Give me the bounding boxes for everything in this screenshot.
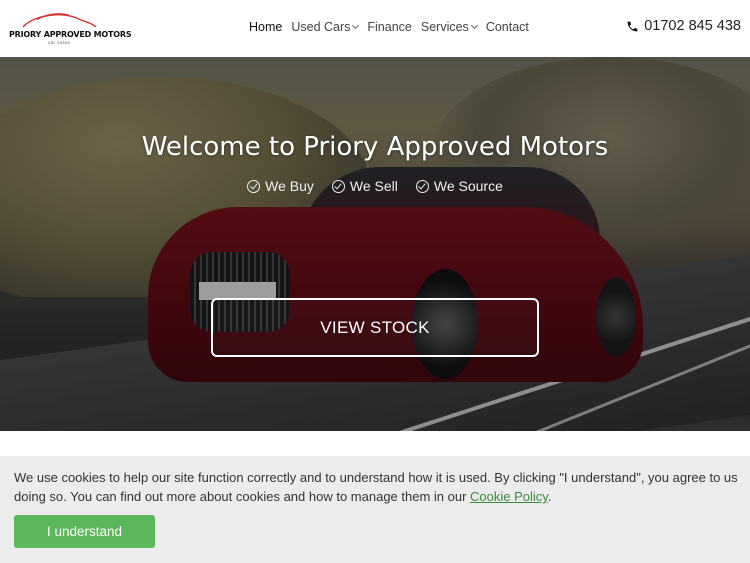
hero-section: Welcome to Priory Approved Motors We Buy… — [0, 57, 750, 431]
nav-item-label: Finance — [367, 20, 412, 34]
hero-title: Welcome to Priory Approved Motors — [141, 132, 609, 162]
feature-label: We Sell — [349, 178, 398, 194]
phone-number: 01702 845 438 — [644, 18, 741, 34]
nav-item-home[interactable]: Home — [249, 20, 282, 34]
feature-label: We Source — [433, 178, 503, 194]
nav-item-used-cars[interactable]: Used Cars — [291, 20, 360, 34]
feature-we-buy: We Buy — [247, 178, 314, 194]
hero-overlay — [0, 57, 750, 431]
main-nav: Home Used Cars Finance Services Contact — [249, 20, 538, 34]
nav-item-finance[interactable]: Finance — [367, 20, 411, 34]
chevron-down-icon — [352, 21, 360, 29]
feature-label: We Buy — [265, 178, 314, 194]
nav-item-contact[interactable]: Contact — [486, 20, 529, 34]
chevron-down-icon — [470, 21, 478, 29]
cookie-message-text: We use cookies to help our site function… — [14, 470, 738, 504]
feature-we-sell: We Sell — [331, 178, 398, 194]
nav-item-label: Contact — [485, 20, 529, 34]
view-stock-button[interactable]: VIEW STOCK — [211, 298, 539, 357]
cookie-message: We use cookies to help our site function… — [14, 468, 739, 506]
phone-icon — [627, 21, 638, 31]
check-circle-icon — [247, 179, 261, 193]
cookie-banner: We use cookies to help our site function… — [0, 456, 750, 563]
cookie-message-end: . — [547, 489, 552, 504]
site-header: PRIORY APPROVED MOTORS car sales Home Us… — [0, 0, 750, 57]
brand-tagline: car sales — [47, 40, 71, 45]
check-circle-icon — [415, 179, 429, 193]
hero-features: We Buy We Sell We Source — [0, 178, 750, 194]
nav-item-label: Home — [249, 20, 283, 34]
car-silhouette-icon — [22, 13, 97, 28]
nav-item-services[interactable]: Services — [420, 20, 478, 34]
check-circle-icon — [331, 179, 345, 193]
nav-item-label: Used Cars — [291, 20, 351, 34]
cookie-accept-button[interactable]: I understand — [14, 515, 155, 548]
phone-link[interactable]: 01702 845 438 — [626, 18, 741, 34]
brand-logo[interactable]: PRIORY APPROVED MOTORS car sales — [9, 10, 132, 50]
feature-we-source: We Source — [415, 178, 503, 194]
nav-item-label: Services — [420, 20, 469, 34]
cookie-policy-link[interactable]: Cookie Policy — [470, 489, 548, 504]
brand-name: PRIORY APPROVED MOTORS — [9, 30, 132, 39]
